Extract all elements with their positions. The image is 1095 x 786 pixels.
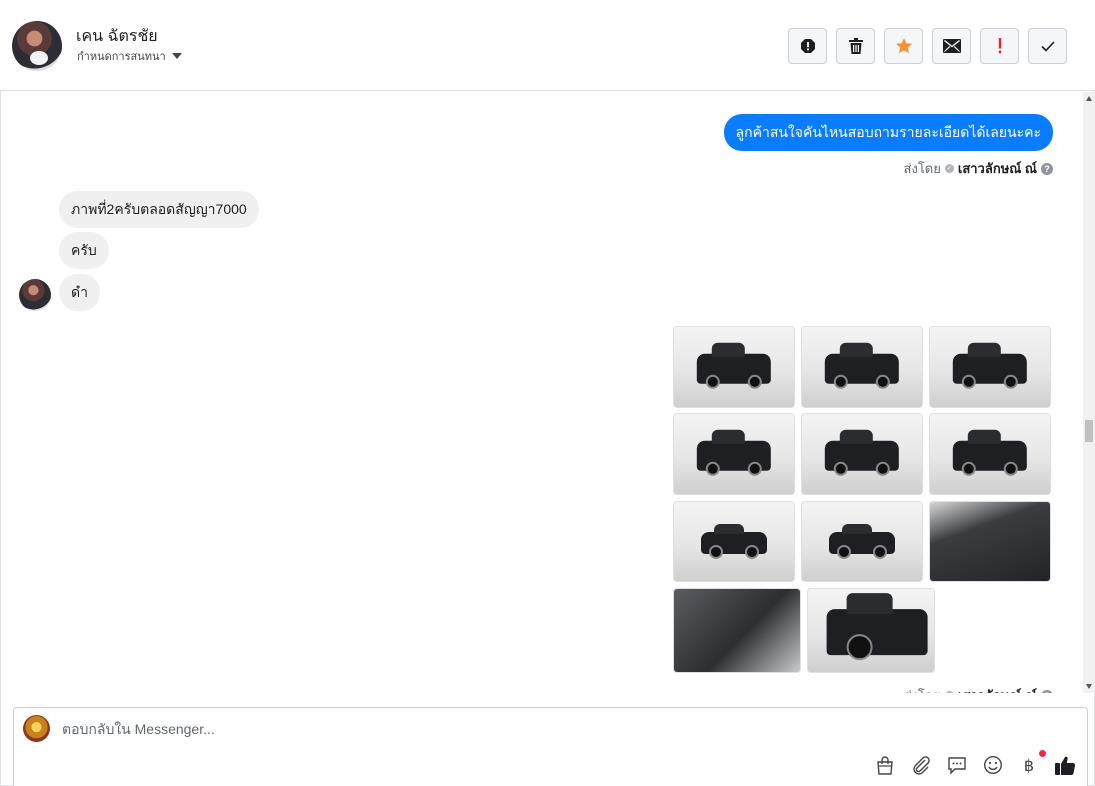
scroll-up-arrow-icon[interactable]	[1086, 96, 1092, 101]
paperclip-icon	[913, 756, 930, 775]
photo-thumb[interactable]	[801, 326, 923, 408]
sender-name[interactable]: เสาวลักษณ์ ณ์	[958, 685, 1037, 693]
mark-done-button[interactable]	[1028, 28, 1067, 64]
photo-thumb[interactable]	[929, 413, 1051, 495]
payment-button[interactable]: ฿	[1018, 750, 1046, 776]
assign-conversation-dropdown[interactable]: กำหนดการสนทนา	[77, 47, 182, 65]
scroll-down-arrow-icon[interactable]	[1086, 684, 1092, 689]
incoming-message[interactable]: ภาพที่2ครับตลอดสัญญา7000	[59, 191, 259, 228]
saved-replies-icon	[948, 756, 966, 775]
reply-composer: ฿	[13, 707, 1088, 786]
emoji-icon	[983, 755, 1003, 775]
photo-thumb[interactable]	[673, 413, 795, 495]
conversation-header: เคน ฉัตรชัย กำหนดการสนทนา	[0, 0, 1095, 91]
like-button[interactable]	[1054, 754, 1076, 776]
baht-payment-icon: ฿	[1023, 755, 1035, 775]
follow-up-button[interactable]	[980, 28, 1019, 64]
help-icon[interactable]: ?	[1041, 162, 1053, 175]
photo-thumb[interactable]	[801, 501, 923, 582]
thumbs-up-icon	[1055, 756, 1076, 775]
checkmark-icon	[1040, 40, 1055, 52]
contact-name[interactable]: เคน ฉัตรชัย	[76, 24, 158, 49]
contact-avatar-small	[19, 279, 51, 311]
photo-thumb[interactable]	[929, 326, 1051, 408]
follow-up-icon	[998, 38, 1001, 54]
photo-thumb[interactable]	[807, 588, 935, 673]
photo-thumb[interactable]	[673, 326, 795, 408]
attach-button[interactable]	[910, 754, 932, 776]
photo-thumb[interactable]	[673, 501, 795, 582]
star-icon	[895, 38, 912, 54]
notification-dot	[1039, 750, 1046, 757]
scrollbar-thumb[interactable]	[1085, 420, 1093, 442]
assign-conversation-label: กำหนดการสนทนา	[77, 51, 166, 63]
sent-by-line: ส่งโดย ✓ เสาวลักษณ์ ณ์ ?	[904, 158, 1053, 179]
spam-alert-icon	[800, 39, 815, 53]
caret-down-icon	[171, 53, 182, 59]
verified-check-icon: ✓	[944, 691, 954, 693]
incoming-message[interactable]: ดำ	[59, 274, 100, 311]
star-button[interactable]	[884, 28, 923, 64]
mark-spam-button[interactable]	[788, 28, 827, 64]
photo-thumb[interactable]	[673, 588, 801, 673]
incoming-message[interactable]: ครับ	[59, 232, 109, 269]
sender-name[interactable]: เสาวลักษณ์ ณ์	[958, 158, 1037, 179]
shopping-bag-icon	[877, 755, 893, 775]
sent-by-line: ส่งโดย ✓ เสาวลักษณ์ ณ์ ?	[904, 685, 1053, 693]
photo-thumb[interactable]	[801, 413, 923, 495]
reply-input[interactable]	[62, 721, 762, 737]
delete-button[interactable]	[836, 28, 875, 64]
emoji-button[interactable]	[982, 754, 1004, 776]
sent-by-prefix: ส่งโดย	[903, 161, 941, 176]
verified-check-icon: ✓	[944, 164, 954, 173]
shop-button[interactable]	[874, 754, 896, 776]
outgoing-message[interactable]: ลูกค้าสนใจคันไหนสอบถามรายละเอียดได้เลยนะ…	[723, 114, 1053, 151]
trash-icon	[848, 38, 863, 54]
mark-unread-button[interactable]	[932, 28, 971, 64]
composer-tools: ฿	[874, 750, 1076, 776]
saved-replies-button[interactable]	[946, 754, 968, 776]
sent-by-prefix: ส่งโดย	[904, 685, 941, 693]
contact-avatar[interactable]	[12, 21, 62, 71]
mail-icon	[942, 39, 961, 53]
message-thread[interactable]: ลูกค้าสนใจคันไหนสอบถามรายละเอียดได้เลยนะ…	[0, 92, 1083, 693]
photo-thumb[interactable]	[929, 501, 1051, 582]
thread-scrollbar[interactable]	[1083, 92, 1095, 693]
help-icon[interactable]: ?	[1041, 689, 1053, 693]
conversation-toolbar	[788, 28, 1067, 64]
page-avatar	[23, 715, 50, 742]
